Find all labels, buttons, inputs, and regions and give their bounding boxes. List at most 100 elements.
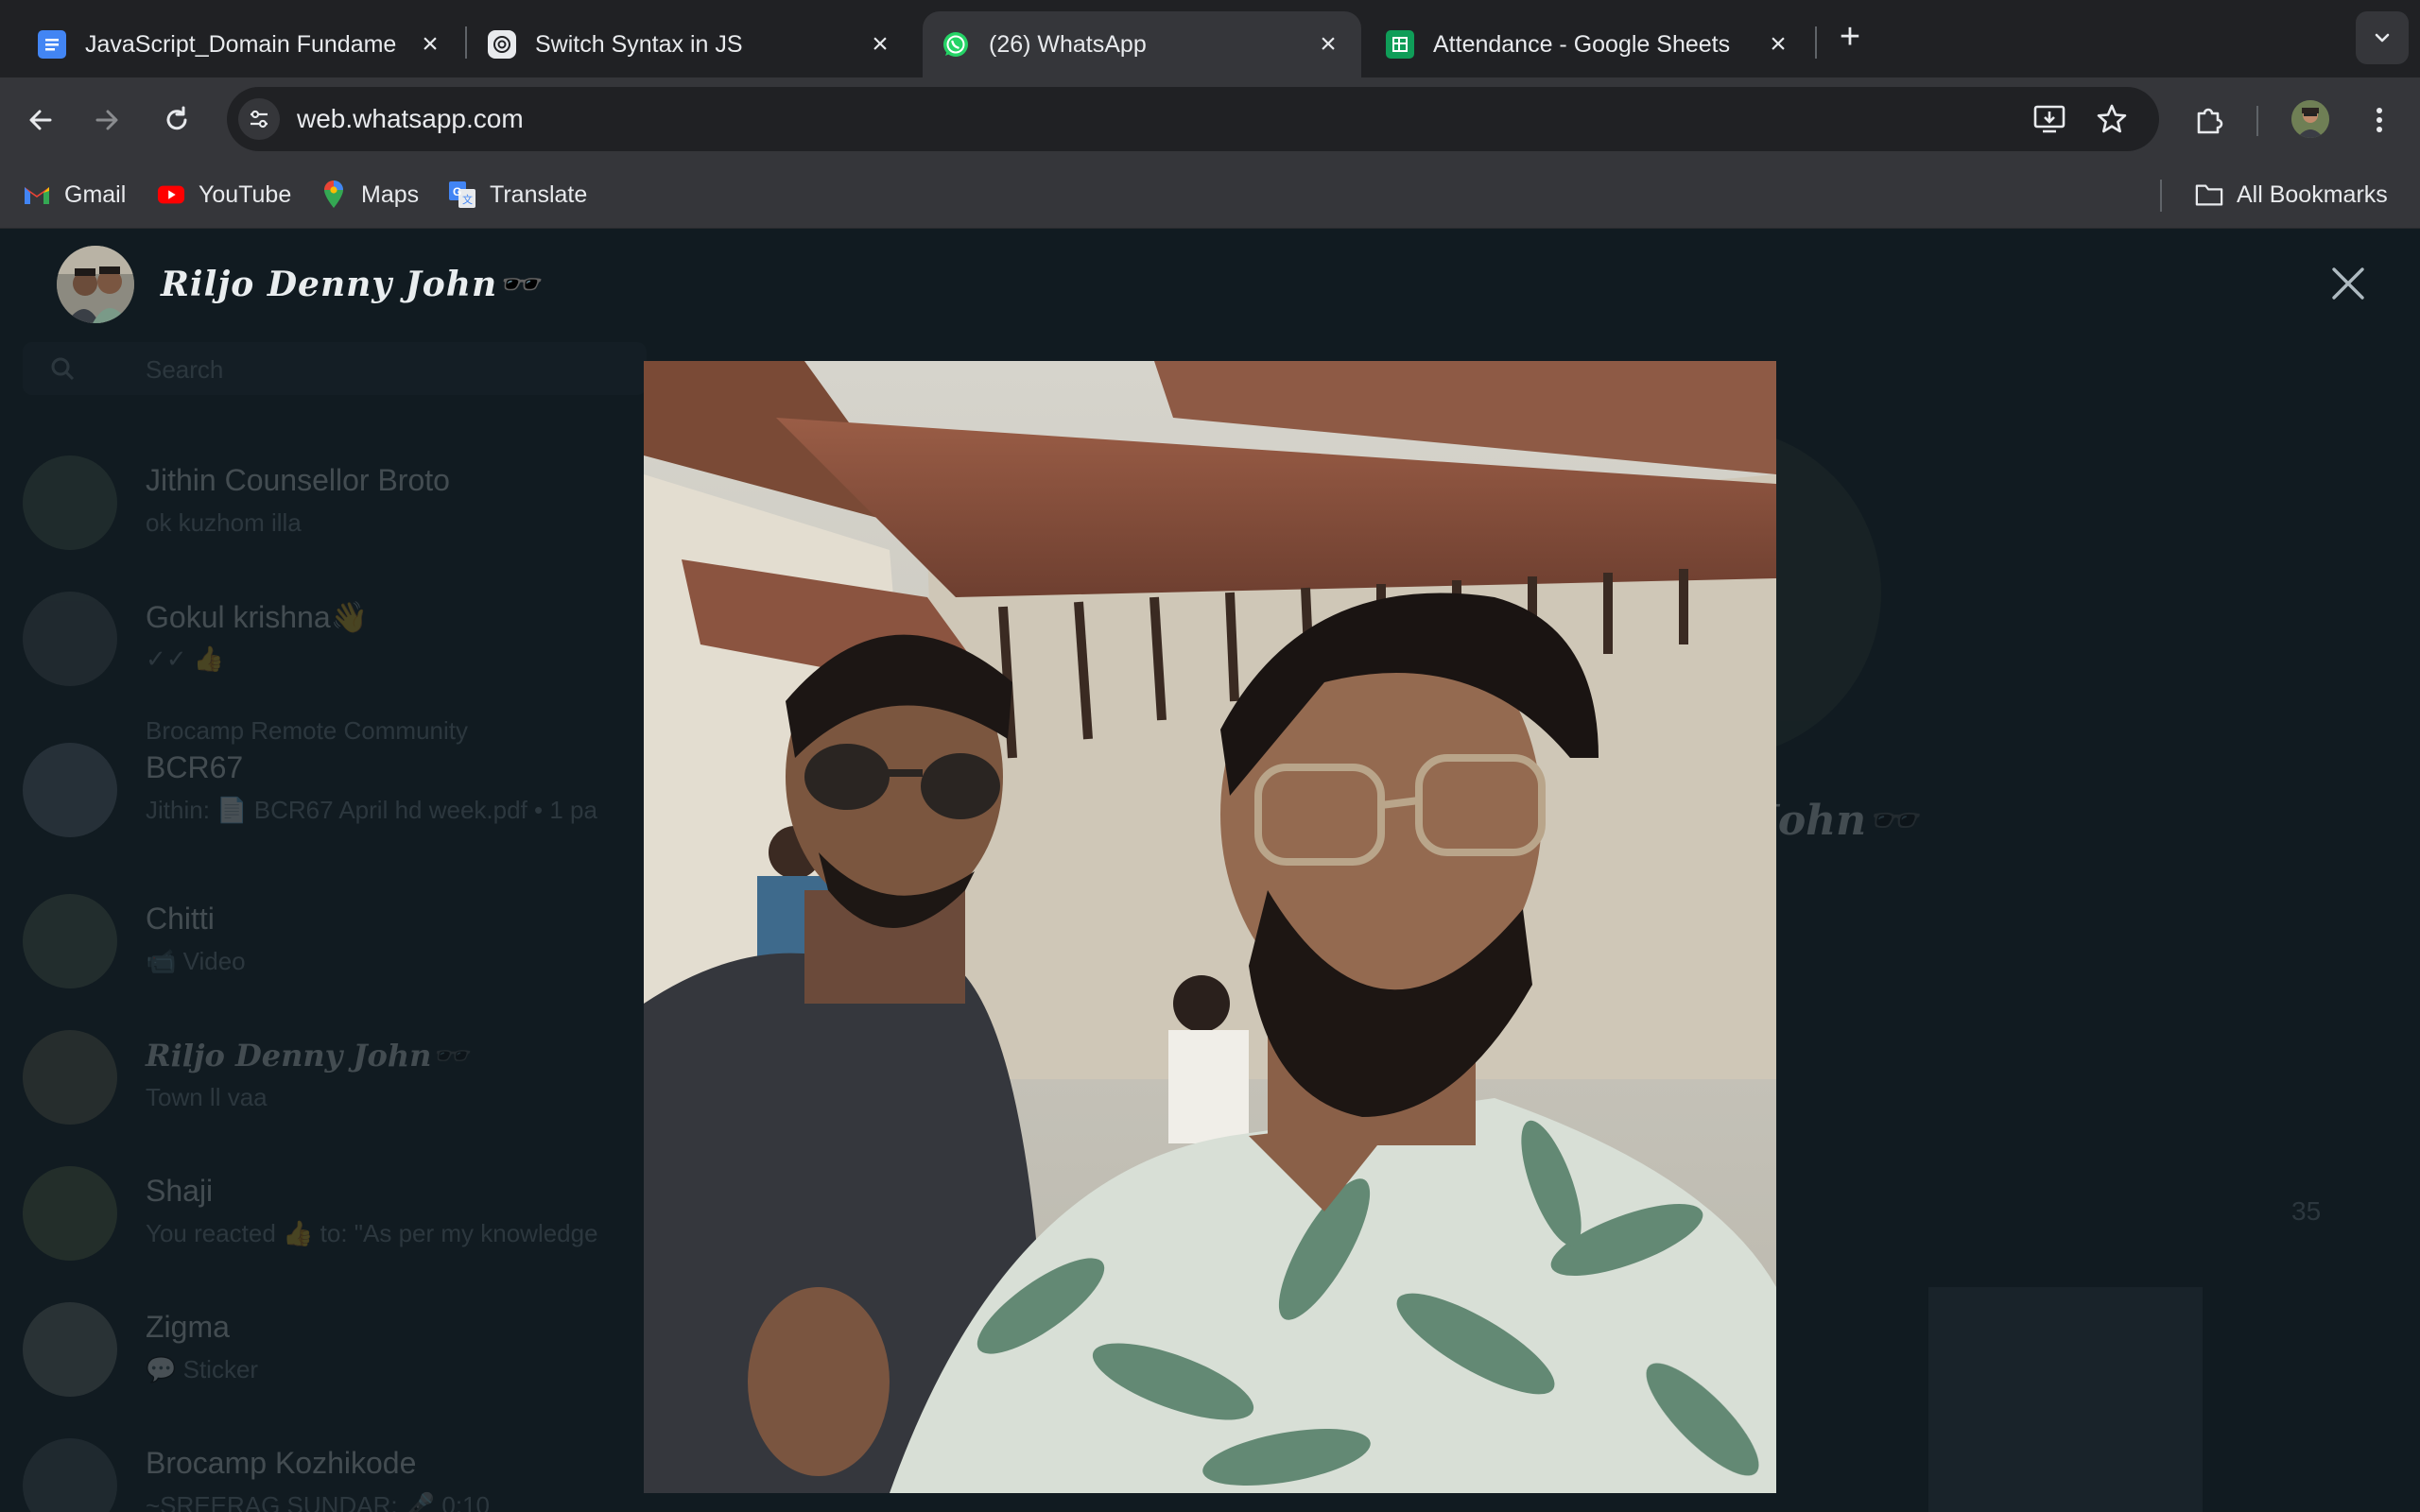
close-tab-icon[interactable]: ×	[1764, 30, 1792, 59]
close-tab-icon[interactable]: ×	[866, 30, 894, 59]
svg-text:文: 文	[462, 193, 473, 206]
chat-preview: ✓✓ 👍	[146, 644, 225, 673]
media-count: 35	[2291, 1196, 2322, 1226]
install-app-button[interactable]	[2029, 98, 2070, 140]
new-tab-button[interactable]: +	[1831, 19, 1869, 57]
gmail-icon	[23, 180, 51, 209]
google-docs-icon	[38, 30, 66, 59]
media-thumbnail	[1928, 1287, 2203, 1512]
avatar-image	[57, 246, 134, 323]
chat-list-item: Chitti 📹 Video	[23, 877, 684, 1009]
chat-name: 𝑹𝒊𝒍𝒋𝒐 𝑫𝒆𝒏𝒏𝒚 𝑱𝒐𝒉𝒏🕶️	[146, 1038, 470, 1074]
url-text: web.whatsapp.com	[297, 104, 524, 133]
translate-icon: G文	[448, 180, 476, 209]
maps-icon	[320, 180, 348, 209]
address-bar[interactable]: web.whatsapp.com	[227, 87, 2159, 151]
chat-preview: 📹 Video	[146, 947, 246, 975]
avatar	[23, 1030, 117, 1125]
bookmark-star-button[interactable]	[2091, 98, 2133, 140]
back-arrow-icon	[29, 110, 52, 130]
chat-search-box: Search	[23, 342, 647, 395]
avatar	[23, 894, 117, 988]
bookmark-label: Translate	[490, 180, 588, 208]
bookmark-gmail[interactable]: Gmail	[23, 176, 126, 214]
chat-name: Zigma	[146, 1310, 230, 1344]
community-name: Brocamp Remote Community	[146, 716, 468, 745]
tab-title: Attendance - Google Sheets	[1433, 30, 1731, 58]
tab-whatsapp[interactable]: (26) WhatsApp ×	[923, 11, 1361, 77]
chat-name: Brocamp Kozhikode	[146, 1446, 417, 1480]
chat-preview: Town ll vaa	[146, 1083, 268, 1111]
forward-arrow-icon	[95, 110, 118, 130]
close-tab-icon[interactable]: ×	[416, 30, 444, 59]
all-bookmarks-label: All Bookmarks	[2237, 180, 2388, 208]
folder-icon	[2195, 180, 2223, 209]
contact-avatar[interactable]	[57, 246, 134, 323]
contact-name: 𝑹𝒊𝒍𝒋𝒐 𝑫𝒆𝒏𝒏𝒚 𝑱𝒐𝒉𝒏🕶️	[161, 265, 541, 304]
bookmark-maps[interactable]: Maps	[320, 176, 419, 214]
google-sheets-icon	[1386, 30, 1414, 59]
chat-preview: You reacted 👍 to: "As per my knowledge	[146, 1219, 598, 1247]
avatar	[23, 1438, 117, 1512]
tab-title: JavaScript_Domain Fundame	[85, 30, 397, 58]
tab-divider	[1815, 26, 1817, 59]
svg-text:G: G	[453, 185, 461, 198]
bookmark-label: YouTube	[199, 180, 292, 208]
chat-list-item: Brocamp Kozhikode ~SREERAG SUNDAR: 🎤 0:1…	[23, 1421, 684, 1512]
bookmark-label: Gmail	[64, 180, 127, 208]
tab-switch-syntax[interactable]: Switch Syntax in JS ×	[469, 11, 913, 77]
puzzle-icon	[2197, 108, 2223, 134]
search-placeholder: Search	[146, 355, 224, 384]
chatgpt-icon	[488, 30, 516, 59]
profile-name: John🕶️	[1758, 797, 1918, 845]
star-icon	[2097, 104, 2127, 133]
chat-name: Jithin Counsellor Broto	[146, 463, 450, 497]
tab-title: Switch Syntax in JS	[535, 30, 743, 58]
avatar	[23, 455, 117, 550]
tab-javascript-doc[interactable]: JavaScript_Domain Fundame ×	[19, 11, 463, 77]
kebab-menu-icon	[2377, 108, 2382, 132]
chat-preview: 💬 Sticker	[146, 1355, 259, 1383]
bookmark-youtube[interactable]: YouTube	[157, 176, 291, 214]
bookmark-translate[interactable]: G文 Translate	[448, 176, 587, 214]
tune-icon	[251, 110, 268, 129]
bookmarks-bar: Gmail YouTube Maps G文 Translate All Book…	[0, 163, 2420, 229]
viewed-photo	[644, 361, 1776, 1493]
chat-list-item: Gokul krishna👋 ✓✓ 👍	[23, 575, 684, 707]
close-icon	[2332, 267, 2364, 300]
close-viewer-button[interactable]	[2327, 263, 2369, 304]
chrome-menu-button[interactable]	[2358, 98, 2401, 142]
profile-avatar[interactable]	[2291, 100, 2329, 138]
forward-button[interactable]	[85, 98, 129, 142]
selfie-image	[644, 361, 1776, 1493]
chat-list-item: Brocamp Remote Community BCR67 Jithin: 📄…	[23, 716, 684, 858]
tab-search-button[interactable]	[2356, 11, 2409, 64]
chevron-down-icon	[2375, 33, 2390, 43]
chat-list-item: Jithin Counsellor Broto ok kuzhom illa	[23, 438, 684, 571]
bookmarks-divider	[2160, 180, 2162, 212]
site-info-button[interactable]	[238, 98, 280, 140]
whatsapp-icon	[942, 30, 970, 59]
avatar	[23, 1166, 117, 1261]
reload-button[interactable]	[155, 98, 199, 142]
chat-list-item: Shaji You reacted 👍 to: "As per my knowl…	[23, 1149, 684, 1281]
chat-name: Gokul krishna👋	[146, 600, 369, 634]
chat-preview: Jithin: 📄 BCR67 April hd week.pdf • 1 pa	[146, 796, 597, 824]
all-bookmarks-button[interactable]: All Bookmarks	[2195, 176, 2388, 214]
extensions-button[interactable]	[2187, 98, 2231, 142]
chat-preview: ~SREERAG SUNDAR: 🎤 0:10	[146, 1491, 490, 1512]
tab-strip: JavaScript_Domain Fundame × Switch Synta…	[0, 0, 2420, 77]
back-button[interactable]	[19, 98, 62, 142]
avatar	[23, 743, 117, 837]
avatar-image	[2291, 100, 2329, 138]
tab-divider	[465, 26, 467, 59]
chat-name: Chitti	[146, 902, 215, 936]
reload-icon	[166, 106, 187, 130]
chat-name: Shaji	[146, 1174, 214, 1208]
search-icon	[51, 357, 75, 381]
tab-attendance-sheets[interactable]: Attendance - Google Sheets ×	[1367, 11, 1811, 77]
close-tab-icon[interactable]: ×	[1314, 30, 1342, 59]
toolbar-divider	[2256, 106, 2258, 136]
chat-preview: ok kuzhom illa	[146, 508, 302, 537]
whatsapp-page: Search Jithin Counsellor Broto ok kuzhom…	[0, 229, 2420, 1512]
